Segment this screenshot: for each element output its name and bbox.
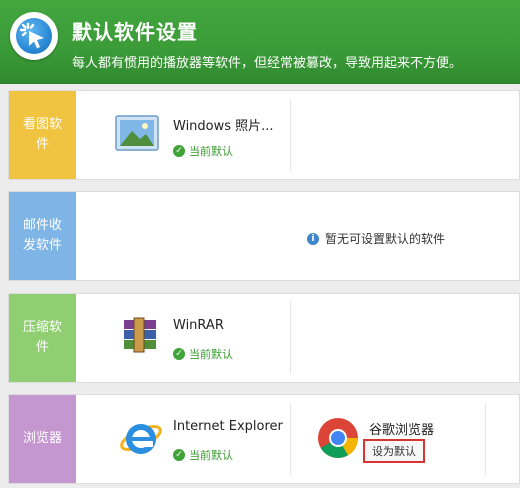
chrome-icon: [315, 415, 361, 461]
category-label: 浏览器: [9, 395, 76, 483]
set-default-button[interactable]: 设为默认: [363, 439, 425, 463]
category-label: 压缩软件: [9, 294, 76, 382]
divider: [290, 302, 291, 374]
winrar-icon: [120, 316, 160, 356]
page-subtitle: 每人都有惯用的播放器等软件，但经常被篡改，导致用起来不方便。: [72, 56, 463, 71]
category-row-email: 邮件收发软件 i 暂无可设置默认的软件: [8, 191, 520, 281]
category-label: 邮件收发软件: [9, 192, 76, 280]
category-row-image-viewer: 看图软件 Windows 照片... ✓ 当前默认: [8, 90, 520, 180]
default-software-logo-icon: [10, 12, 58, 60]
category-row-compression: 压缩软件 WinRAR ✓ 当前默认: [8, 293, 520, 383]
app-name: Windows 照片...: [173, 119, 274, 134]
app-name: WinRAR: [173, 318, 224, 333]
app-card-chrome[interactable]: 谷歌浏览器 设为默认: [291, 395, 485, 483]
current-default-status: ✓ 当前默认: [173, 143, 233, 159]
check-icon: ✓: [173, 449, 185, 461]
category-row-browser: 浏览器 Internet Explorer ✓ 当前默认 谷歌浏览器 设为默认: [8, 394, 520, 484]
app-name: Internet Explorer: [173, 419, 283, 434]
app-card-windows-photo[interactable]: Windows 照片... ✓ 当前默认: [76, 91, 290, 179]
internet-explorer-icon: [118, 415, 164, 461]
divider: [290, 99, 291, 171]
info-icon: i: [307, 232, 319, 245]
no-default-message: i 暂无可设置默认的软件: [307, 230, 445, 247]
current-default-status: ✓ 当前默认: [173, 447, 233, 463]
check-icon: ✓: [173, 348, 185, 360]
category-label: 看图软件: [9, 91, 76, 179]
check-icon: ✓: [173, 145, 185, 157]
app-name: 谷歌浏览器: [369, 423, 435, 438]
app-card-internet-explorer[interactable]: Internet Explorer ✓ 当前默认: [76, 395, 290, 483]
current-default-status: ✓ 当前默认: [173, 346, 233, 362]
page-title: 默认软件设置: [72, 20, 198, 44]
app-card-winrar[interactable]: WinRAR ✓ 当前默认: [76, 294, 290, 382]
divider: [485, 403, 486, 475]
windows-photo-icon: [114, 111, 160, 157]
header-bar: 默认软件设置 每人都有惯用的播放器等软件，但经常被篡改，导致用起来不方便。: [0, 0, 520, 84]
